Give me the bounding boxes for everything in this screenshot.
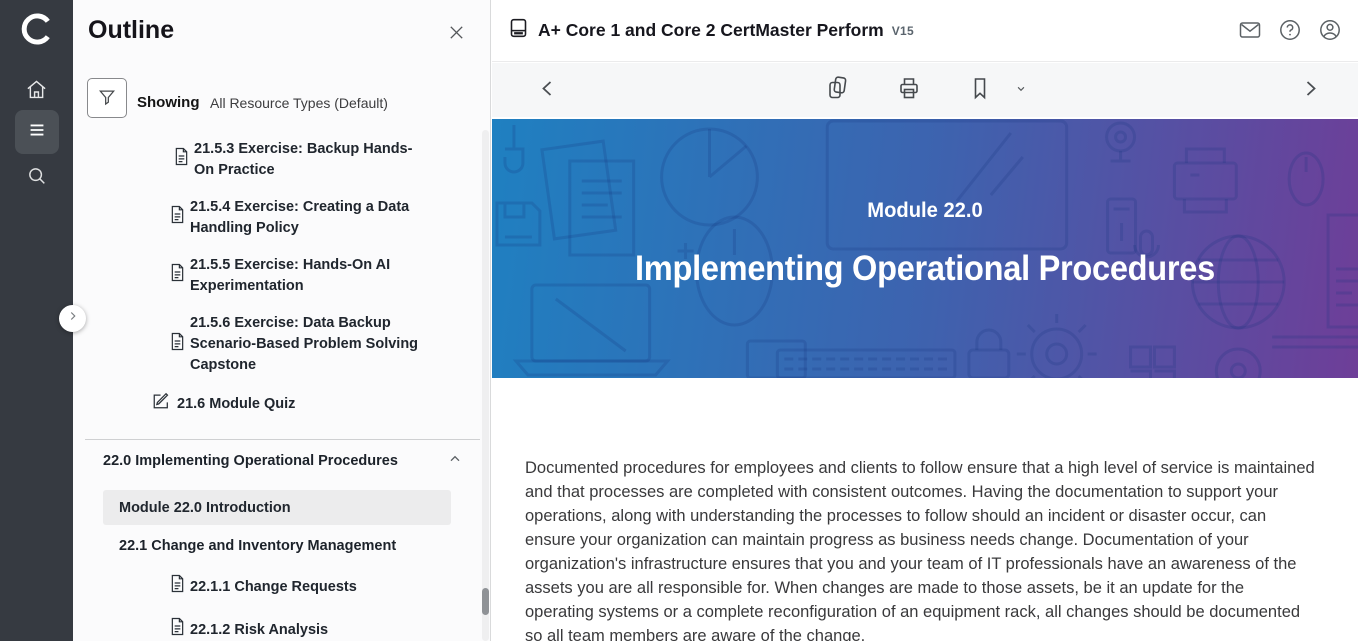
- document-icon: [170, 574, 185, 600]
- account-button[interactable]: [1318, 19, 1342, 43]
- reader-toolbar: [492, 63, 1358, 117]
- copy-icon: [824, 75, 850, 106]
- home-button[interactable]: [15, 72, 59, 112]
- chevron-up-icon: [447, 451, 463, 471]
- outline-item-label: Module 22.0 Introduction: [119, 500, 291, 516]
- search-icon: [26, 165, 48, 192]
- chevron-down-icon: [1014, 82, 1028, 99]
- header-actions: [1238, 0, 1342, 62]
- filter-showing-label: Showing: [137, 94, 200, 111]
- ereader-book-icon: [508, 17, 529, 44]
- user-account-icon: [1318, 18, 1342, 45]
- outline-scrollbar-track[interactable]: [482, 130, 489, 641]
- outline-title: Outline: [88, 16, 174, 45]
- document-icon: [170, 147, 189, 173]
- quiz-edit-icon: [152, 392, 170, 417]
- chevron-right-icon: [66, 309, 80, 328]
- bookmark-dropdown-button[interactable]: [1014, 82, 1028, 99]
- outline-item-label: 21.5.5 Exercise: Hands-On AI Experimenta…: [190, 255, 426, 297]
- previous-page-button[interactable]: [536, 77, 560, 104]
- print-icon: [896, 75, 922, 106]
- copy-pages-button[interactable]: [824, 75, 850, 106]
- brand-logo-c: [19, 11, 55, 52]
- outline-item-label: 21.6 Module Quiz: [177, 394, 295, 415]
- menu-icon: [26, 119, 48, 146]
- help-question-icon: [1278, 18, 1302, 45]
- module-banner: Module 22.0 Implementing Operational Pro…: [492, 119, 1358, 378]
- close-icon: [446, 22, 467, 46]
- outline-section-label: 22.0 Implementing Operational Procedures: [103, 453, 398, 469]
- outline-item-21-5-6[interactable]: 21.5.6 Exercise: Data Backup Scenario-Ba…: [170, 313, 451, 376]
- outline-section-22-1[interactable]: 22.1 Change and Inventory Management: [119, 538, 491, 555]
- course-header: A+ Core 1 and Core 2 CertMaster Perform …: [492, 0, 1358, 62]
- chevron-left-icon: [536, 77, 560, 104]
- bookmark-icon: [968, 76, 992, 105]
- document-icon: [170, 332, 185, 358]
- outline-section-22-0[interactable]: 22.0 Implementing Operational Procedures: [73, 451, 491, 471]
- document-icon: [170, 263, 185, 289]
- messages-button[interactable]: [1238, 19, 1262, 43]
- outline-item-21-6-quiz[interactable]: 21.6 Module Quiz: [152, 392, 451, 417]
- chevron-right-icon: [1298, 77, 1322, 104]
- outline-item-22-1-1[interactable]: 22.1.1 Change Requests: [170, 574, 451, 600]
- outline-item-21-5-5[interactable]: 21.5.5 Exercise: Hands-On AI Experimenta…: [170, 255, 451, 297]
- outline-item-label: 21.5.4 Exercise: Creating a Data Handlin…: [190, 197, 426, 239]
- outline-menu-button[interactable]: [15, 110, 59, 154]
- panel-expand-button[interactable]: [59, 305, 86, 332]
- help-button[interactable]: [1278, 19, 1302, 43]
- outline-item-22-1-2[interactable]: 22.1.2 Risk Analysis: [170, 617, 451, 641]
- outline-item-label: 22.1.1 Change Requests: [190, 577, 357, 598]
- search-button[interactable]: [15, 158, 59, 198]
- outline-item-label: 21.5.6 Exercise: Data Backup Scenario-Ba…: [190, 313, 426, 376]
- outline-scrollbar-thumb[interactable]: [482, 588, 489, 615]
- outline-item-module-22-0-intro-selected[interactable]: Module 22.0 Introduction: [103, 490, 451, 525]
- banner-module-number: Module 22.0: [509, 199, 1340, 223]
- print-button[interactable]: [896, 75, 922, 106]
- home-icon: [25, 78, 48, 106]
- banner-module-title: Implementing Operational Procedures: [522, 249, 1327, 289]
- outline-tree: 21.5.3 Exercise: Backup Hands-On Practic…: [73, 128, 491, 641]
- mail-icon: [1238, 18, 1262, 45]
- bookmark-button[interactable]: [968, 76, 992, 105]
- filter-value-label: All Resource Types (Default): [210, 95, 388, 111]
- outline-section-label: 22.1 Change and Inventory Management: [119, 538, 396, 554]
- main-content-area: A+ Core 1 and Core 2 CertMaster Perform …: [492, 0, 1358, 641]
- outline-item-label: 21.5.3 Exercise: Backup Hands-On Practic…: [194, 139, 430, 181]
- course-version-badge: V15: [892, 24, 914, 38]
- next-page-button[interactable]: [1298, 77, 1322, 104]
- outline-item-label: 22.1.2 Risk Analysis: [190, 620, 328, 641]
- filter-button[interactable]: [87, 78, 127, 118]
- outline-panel: Outline Showing All Resource Types (Defa…: [73, 0, 491, 641]
- document-icon: [170, 205, 185, 231]
- outline-divider: [85, 439, 480, 440]
- course-title: A+ Core 1 and Core 2 CertMaster Perform: [538, 20, 884, 41]
- outline-item-21-5-3[interactable]: 21.5.3 Exercise: Backup Hands-On Practic…: [170, 139, 451, 181]
- document-icon: [170, 617, 185, 641]
- outline-item-21-5-4[interactable]: 21.5.4 Exercise: Creating a Data Handlin…: [170, 197, 451, 239]
- lesson-paragraph: Documented procedures for employees and …: [525, 456, 1317, 641]
- filter-funnel-icon: [97, 87, 117, 110]
- close-outline-button[interactable]: [444, 22, 468, 46]
